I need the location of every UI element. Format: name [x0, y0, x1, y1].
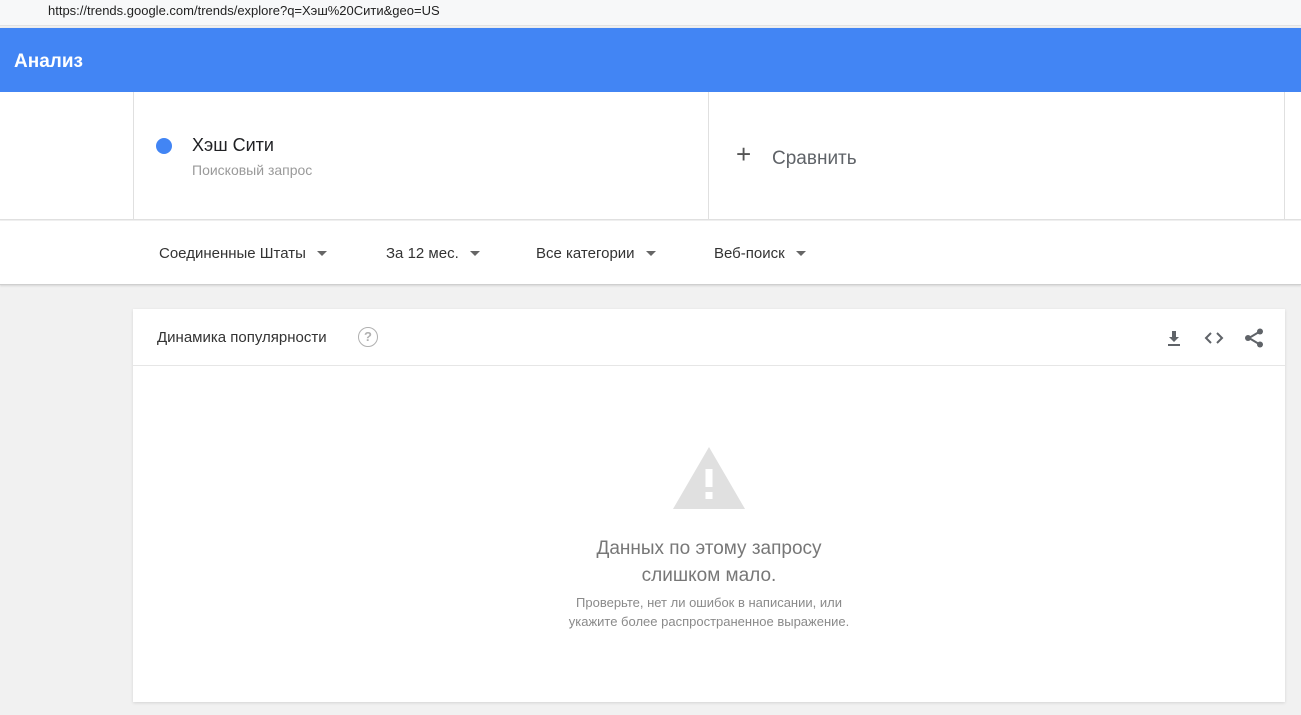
search-type-label: Веб-поиск [714, 245, 785, 262]
search-term-card[interactable]: Хэш Сити Поисковый запрос [133, 92, 709, 219]
compare-label: Сравнить [772, 148, 857, 169]
region-dropdown[interactable]: Соединенные Штаты [159, 245, 327, 262]
empty-hint-line: Проверьте, нет ли ошибок в написании, ил… [576, 595, 842, 610]
empty-state-hint: Проверьте, нет ли ошибок в написании, ил… [509, 593, 909, 631]
empty-state-title: Данных по этому запросу слишком мало. [509, 535, 909, 589]
browser-address-bar[interactable]: https://trends.google.com/trends/explore… [0, 0, 1301, 26]
empty-title-line: Данных по этому запросу [596, 538, 822, 559]
address-url[interactable]: https://trends.google.com/trends/explore… [48, 3, 440, 18]
dropdown-arrow-icon [316, 251, 327, 256]
empty-hint-line: укажите более распространенное выражение… [568, 614, 850, 629]
page-title: Анализ [14, 51, 83, 72]
app-header: Анализ [0, 28, 1301, 92]
help-icon[interactable]: ? [358, 327, 378, 347]
compare-button[interactable]: + Сравнить [709, 92, 1285, 219]
dropdown-arrow-icon [645, 251, 656, 256]
card-title: Динамика популярности [157, 329, 327, 346]
filters-bar: Соединенные Штаты За 12 мес. Все категор… [0, 221, 1301, 285]
dropdown-arrow-icon [469, 251, 480, 256]
download-icon[interactable] [1163, 327, 1185, 349]
region-label: Соединенные Штаты [159, 245, 306, 262]
term-name[interactable]: Хэш Сити [192, 135, 274, 156]
share-icon[interactable] [1243, 327, 1265, 349]
period-label: За 12 мес. [386, 245, 459, 262]
warning-icon [671, 445, 747, 511]
empty-title-line: слишком мало. [641, 565, 777, 586]
term-color-dot [156, 138, 172, 154]
dropdown-arrow-icon [795, 251, 806, 256]
period-dropdown[interactable]: За 12 мес. [386, 245, 480, 262]
search-terms-bar: Хэш Сити Поисковый запрос + Сравнить [0, 92, 1301, 220]
category-dropdown[interactable]: Все категории [536, 245, 656, 262]
category-label: Все категории [536, 245, 635, 262]
embed-icon[interactable] [1203, 327, 1225, 349]
search-type-dropdown[interactable]: Веб-поиск [714, 245, 806, 262]
term-type: Поисковый запрос [192, 162, 313, 178]
card-header: Динамика популярности ? [133, 309, 1285, 366]
plus-icon: + [736, 139, 752, 169]
interest-over-time-card: Динамика популярности ? Данных по этому … [133, 309, 1285, 702]
